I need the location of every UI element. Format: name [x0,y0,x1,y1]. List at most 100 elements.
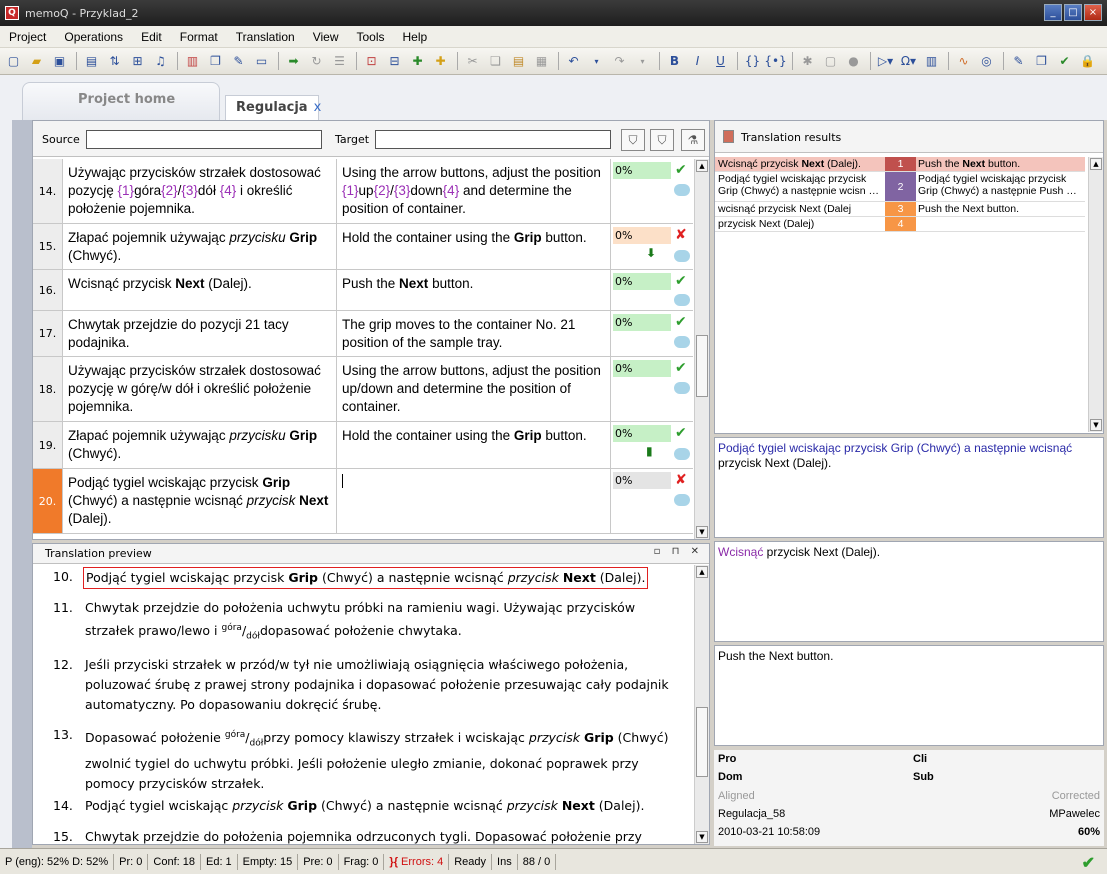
result-row-4[interactable]: przycisk Next (Dalej) 4 [715,217,1085,232]
concordance-icon[interactable]: ⊡ [361,52,382,71]
cut-icon[interactable]: ✂ [462,52,483,71]
comment-icon[interactable] [674,294,690,306]
quick-add-icon[interactable]: ✚ [430,52,451,71]
scroll-up-icon[interactable]: ▲ [696,160,708,172]
duplicate-icon[interactable]: ❐ [1031,52,1052,71]
undo-dropdown-icon[interactable]: ▾ [586,52,607,71]
segment-row-19[interactable]: 19. Złapać pojemnik używając przycisku G… [33,422,693,469]
scroll-thumb[interactable] [696,707,708,777]
panel-controls[interactable]: ▫ ⊓ ✕ [654,546,703,557]
forward-icon[interactable]: ➡ [283,52,304,71]
save-icon[interactable]: ▣ [49,52,70,71]
menu-operations[interactable]: Operations [55,30,132,44]
music-icon[interactable]: ♫ [150,52,171,71]
menu-translation[interactable]: Translation [227,30,304,44]
scroll-thumb[interactable] [696,335,708,397]
comment-icon[interactable] [674,382,690,394]
comment-icon[interactable] [674,494,690,506]
menu-format[interactable]: Format [171,30,227,44]
join-icon[interactable]: ◎ [976,52,997,71]
edit-doc-icon[interactable]: ✎ [228,52,249,71]
open-folder-icon[interactable]: ▰ [26,52,47,71]
omega-icon[interactable]: Ω▾ [898,52,919,71]
confirm-icon[interactable]: ✔ [1054,52,1075,71]
structure-icon[interactable]: ⊞ [127,52,148,71]
bold-icon[interactable]: B [664,52,685,71]
target-cell[interactable]: The grip moves to the container No. 21 p… [337,311,611,356]
result-row-3[interactable]: wcisnąć przycisk Next (Dalej 3 Push the … [715,202,1085,217]
target-cell[interactable]: Hold the container using the Grip button… [337,422,611,468]
tab-close-icon[interactable]: x [314,100,322,115]
copy-icon[interactable]: ❏ [485,52,506,71]
results-scrollbar[interactable]: ▲ ▼ [1088,157,1103,432]
scroll-up-icon[interactable]: ▲ [696,566,708,578]
target-cell-editing[interactable] [337,469,611,533]
add-term-icon[interactable]: ✚ [407,52,428,71]
scroll-down-icon[interactable]: ▼ [696,526,708,538]
close-button[interactable]: × [1084,4,1102,21]
menu-edit[interactable]: Edit [132,30,171,44]
menu-tools[interactable]: Tools [347,30,393,44]
refresh-icon[interactable]: ↻ [306,52,327,71]
menu-view[interactable]: View [304,30,348,44]
maximize-button[interactable]: □ [1064,4,1082,21]
tag-dropdown-icon[interactable]: ▷▾ [875,52,896,71]
tab-project-home[interactable]: Project home [22,82,220,120]
paste-special-icon[interactable]: ▦ [531,52,552,71]
copy-doc-icon[interactable]: ❐ [205,52,226,71]
italic-icon[interactable]: I [687,52,708,71]
list-icon[interactable]: ☰ [329,52,350,71]
paste-icon[interactable]: ▤ [508,52,529,71]
lock-icon[interactable]: 🔒 [1077,52,1098,71]
menu-help[interactable]: Help [394,30,437,44]
result-row-2[interactable]: Podjąć tygiel wciskając przycisk Grip (C… [715,172,1085,202]
comment-icon[interactable] [674,448,690,460]
undo-icon[interactable]: ↶ [563,52,584,71]
segment-row-16[interactable]: 16. Wcisnąć przycisk Next (Dalej). Push … [33,270,693,311]
segment-row-17[interactable]: 17. Chwytak przejdzie do pozycji 21 tacy… [33,311,693,357]
preview-current-segment[interactable]: Podjąć tygiel wciskając przycisk Grip (C… [83,567,649,589]
editor-scrollbar[interactable]: ▲ ▼ [694,159,709,539]
notes-icon[interactable]: ✎ [1008,52,1029,71]
result-row-1[interactable]: Wcisnąć przycisk Next (Dalej). 1 Push th… [715,157,1085,172]
new-icon[interactable]: ▢ [3,52,24,71]
minimize-button[interactable]: _ [1044,4,1062,21]
qa-apple-icon[interactable]: ● [843,52,864,71]
copy-tags-icon[interactable]: {•} [764,52,786,71]
scroll-up-icon[interactable]: ▲ [1090,158,1102,170]
sync-icon[interactable]: ∿ [953,52,974,71]
sort-flask-icon[interactable]: ⚗ [681,129,705,151]
statistics-icon[interactable]: ▥ [182,52,203,71]
source-filter-input[interactable] [86,130,322,149]
insert-tag-icon[interactable]: {} [742,52,763,71]
view-icon[interactable]: ▥ [921,52,942,71]
import-icon[interactable]: ▤ [81,52,102,71]
status-errors[interactable]: }{ Errors: 4 [384,853,450,870]
segment-row-20[interactable]: 20. Podjąć tygiel wciskając przycisk Gri… [33,469,693,534]
redo-icon[interactable]: ↷ [609,52,630,71]
menu-project[interactable]: Project [0,30,55,44]
target-cell[interactable]: Push the Next button. [337,270,611,310]
redo-dropdown-icon[interactable]: ▾ [632,52,653,71]
segment-row-15[interactable]: 15. Złapać pojemnik używając przycisku G… [33,224,693,270]
underline-icon[interactable]: U [710,52,731,71]
target-cell[interactable]: Using the arrow buttons, adjust the posi… [337,357,611,421]
sort-icon[interactable]: ⇅ [104,52,125,71]
tab-regulacja[interactable]: Regulacja x [225,95,322,120]
doc-icon[interactable]: ▭ [251,52,272,71]
comment-icon[interactable] [674,184,690,196]
advanced-filter-icon[interactable]: ⛉ [650,129,674,151]
target-filter-input[interactable] [375,130,611,149]
qa-bug-icon[interactable]: ✱ [797,52,818,71]
scroll-down-icon[interactable]: ▼ [696,831,708,843]
segment-row-14[interactable]: 14. Używając przycisków strzałek dostoso… [33,159,693,224]
qa-doc-icon[interactable]: ▢ [820,52,841,71]
target-cell[interactable]: Using the arrow buttons, adjust the posi… [337,159,611,223]
lookup-icon[interactable]: ⊟ [384,52,405,71]
segment-row-18[interactable]: 18. Używając przycisków strzałek dostoso… [33,357,693,422]
scroll-down-icon[interactable]: ▼ [1090,419,1102,431]
preview-scrollbar[interactable]: ▲ ▼ [694,565,709,844]
filter-icon[interactable]: ⛉ [621,129,645,151]
comment-icon[interactable] [674,250,690,262]
target-cell[interactable]: Hold the container using the Grip button… [337,224,611,269]
